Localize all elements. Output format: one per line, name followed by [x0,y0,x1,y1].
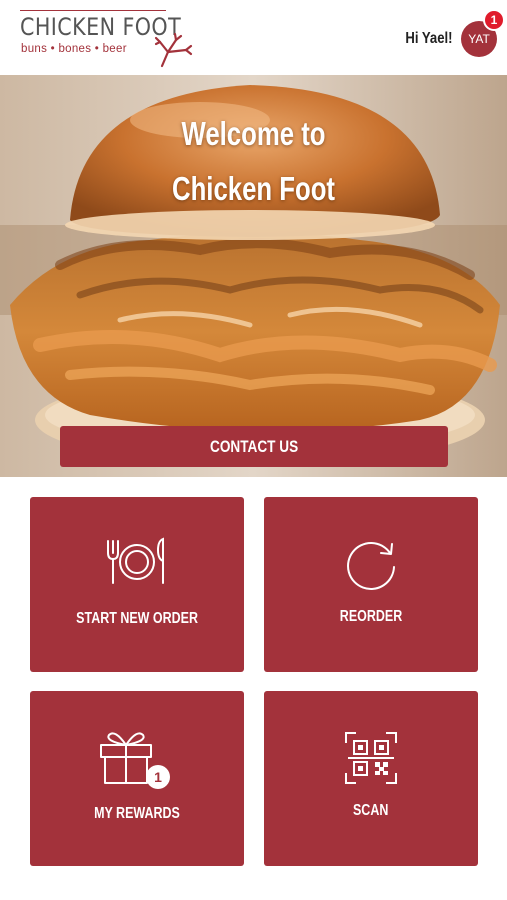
notification-badge[interactable]: 1 [483,9,505,31]
contact-us-label: CONTACT US [209,436,299,456]
scan-label: SCAN [353,802,389,819]
reorder-refresh-icon [264,537,478,593]
my-rewards-label: MY REWARDS [94,805,180,822]
logo-rule [20,10,166,11]
rewards-count-badge: 1 [154,769,162,785]
contact-us-button[interactable]: CONTACT US [60,426,448,467]
start-new-order-tile[interactable]: START NEW ORDER [30,497,244,672]
reorder-tile[interactable]: REORDER [264,497,478,672]
chicken-foot-icon [154,32,193,68]
gift-icon: 1 [30,727,244,791]
start-new-order-label: START NEW ORDER [76,610,198,627]
hero-banner: Welcome to Chicken Foot [0,75,507,477]
app-header: CHICKEN FOOT buns • bones • beer Hi Yael… [0,0,507,75]
scan-tile[interactable]: SCAN [264,691,478,866]
chicken-foot-logo[interactable]: CHICKEN FOOT buns • bones • beer [18,8,193,68]
user-greeting: Hi Yael! [405,30,453,47]
welcome-text-line2: Chicken Foot [171,170,336,207]
reorder-label: REORDER [339,608,403,625]
plate-fork-knife-icon [30,535,244,587]
qr-code-icon [264,731,478,785]
welcome-text-line1: Welcome to [181,115,326,152]
my-rewards-tile[interactable]: 1 MY REWARDS [30,691,244,866]
logo-tagline: buns • bones • beer [21,43,127,55]
